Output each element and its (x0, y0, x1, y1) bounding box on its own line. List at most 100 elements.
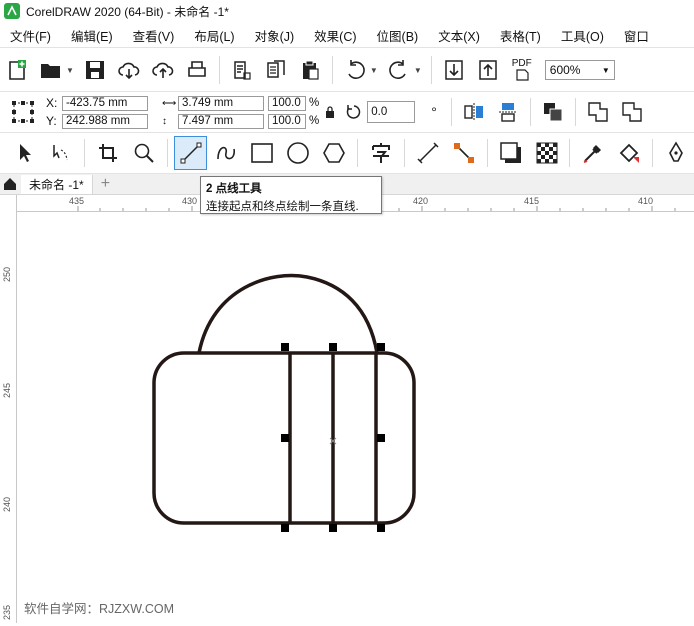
chevron-down-icon: ▼ (601, 65, 610, 75)
zoom-level-select[interactable]: 600% ▼ (544, 60, 615, 80)
save-button[interactable] (80, 55, 110, 85)
transparency-tool[interactable] (530, 136, 564, 170)
document-tab[interactable]: 未命名 -1* (21, 174, 93, 194)
drop-shadow-tool[interactable] (494, 136, 528, 170)
selection-handle[interactable] (377, 434, 385, 442)
menu-layout[interactable]: 布局(L) (184, 26, 244, 45)
arrange-order-icon (543, 103, 563, 122)
dimension-tool[interactable] (411, 136, 445, 170)
menu-text[interactable]: 文本(X) (428, 26, 490, 45)
outline-pen-tool[interactable] (659, 136, 693, 170)
rotation-angle-field[interactable]: 0.0 (367, 101, 416, 123)
width-field[interactable]: 3.749 mm (178, 95, 264, 111)
scale-height-field[interactable]: 100.0 (268, 113, 306, 129)
reference-point-selector[interactable] (8, 97, 38, 127)
mirror-horizontal-icon (464, 103, 483, 121)
add-tab-button[interactable]: + (101, 175, 110, 193)
selection-handle[interactable] (377, 343, 385, 351)
weld-icon (622, 102, 642, 122)
menu-effects[interactable]: 效果(C) (304, 26, 366, 45)
selection-handle[interactable] (329, 524, 337, 532)
new-document-button[interactable] (2, 55, 32, 85)
percent-label: % (309, 115, 320, 127)
eyedropper-icon (584, 145, 602, 163)
drawing-canvas[interactable] (17, 212, 694, 623)
mirror-horizontal-button[interactable] (459, 97, 489, 127)
undo-button[interactable] (340, 55, 370, 85)
ruler-tick-label: 250 (2, 267, 12, 283)
selection-handle[interactable] (377, 524, 385, 532)
ruler-tick-label: 235 (2, 605, 12, 621)
toolbar-separator (569, 139, 571, 167)
shape-tool[interactable] (44, 136, 78, 170)
menu-table[interactable]: 表格(T) (490, 26, 551, 45)
lock-ratio-button[interactable] (321, 97, 339, 127)
crop-tool[interactable] (91, 136, 125, 170)
copy-properties-button[interactable] (261, 55, 291, 85)
import-button[interactable] (114, 55, 144, 85)
title-bar: CorelDRAW 2020 (64-Bit) - 未命名 -1* (0, 0, 694, 22)
paste-button[interactable] (295, 55, 325, 85)
tooltip-description: 连接起点和终点绘制一条直线. (206, 201, 359, 213)
save-icon (85, 61, 104, 79)
menu-tools[interactable]: 工具(O) (551, 26, 614, 45)
order-button[interactable] (538, 97, 568, 127)
app-launcher-button[interactable] (227, 55, 257, 85)
document-properties-icon (234, 61, 251, 80)
scale-width-field[interactable]: 100.0 (268, 95, 306, 111)
vertical-ruler[interactable]: 250 245 240 235 (0, 195, 17, 623)
toolbar-separator (403, 139, 405, 167)
pick-tool[interactable] (8, 136, 42, 170)
import-file-button[interactable] (439, 55, 469, 85)
magnifier-icon (134, 143, 154, 163)
menu-bitmaps[interactable]: 位图(B) (367, 26, 429, 45)
open-button[interactable] (36, 55, 66, 85)
undo-dropdown-icon[interactable]: ▼ (370, 66, 378, 75)
text-tool[interactable] (364, 136, 398, 170)
redo-button[interactable] (384, 55, 414, 85)
mirror-vertical-button[interactable] (493, 97, 523, 127)
selection-handle[interactable] (281, 434, 289, 442)
height-field[interactable]: 7.497 mm (178, 113, 264, 129)
drawing-shapes (152, 273, 416, 532)
two-point-line-icon (180, 142, 201, 164)
selection-handle[interactable] (281, 343, 289, 351)
interactive-fill-tool[interactable] (612, 136, 646, 170)
publish-pdf-button[interactable]: PDF (507, 55, 537, 85)
menu-window[interactable]: 窗口 (614, 26, 659, 45)
lock-icon (326, 106, 335, 118)
toolbox (0, 133, 694, 174)
menu-view[interactable]: 查看(V) (123, 26, 185, 45)
toolbar-separator (652, 139, 654, 167)
undo-icon (348, 60, 365, 79)
color-eyedropper-tool[interactable] (576, 136, 610, 170)
rectangle-tool[interactable] (245, 136, 279, 170)
curve-tool[interactable] (209, 136, 243, 170)
crop-icon (98, 144, 117, 162)
combine-button[interactable] (583, 97, 613, 127)
selection-handle[interactable] (281, 524, 289, 532)
print-button[interactable] (182, 55, 212, 85)
y-position-field[interactable]: 242.988 mm (62, 113, 148, 129)
home-icon[interactable] (3, 177, 17, 191)
copy-document-icon (267, 60, 285, 78)
cloud-download-icon (118, 62, 140, 80)
zoom-tool[interactable] (127, 136, 161, 170)
weld-button[interactable] (617, 97, 647, 127)
menu-object[interactable]: 对象(J) (245, 26, 305, 45)
x-position-field[interactable]: -423.75 mm (62, 95, 148, 111)
menu-file[interactable]: 文件(F) (0, 26, 61, 45)
open-dropdown-icon[interactable]: ▼ (66, 66, 74, 75)
ellipse-tool[interactable] (281, 136, 315, 170)
menu-edit[interactable]: 编辑(E) (61, 26, 123, 45)
export-button[interactable] (148, 55, 178, 85)
redo-dropdown-icon[interactable]: ▼ (414, 66, 422, 75)
degree-symbol: ° (431, 104, 437, 120)
polygon-tool[interactable] (317, 136, 351, 170)
selection-handle[interactable] (329, 343, 337, 351)
export-file-button[interactable] (473, 55, 503, 85)
arch-shape[interactable] (197, 273, 379, 354)
connector-tool[interactable] (447, 136, 481, 170)
mirror-vertical-icon (498, 103, 517, 122)
two-point-line-tool[interactable] (173, 136, 208, 170)
